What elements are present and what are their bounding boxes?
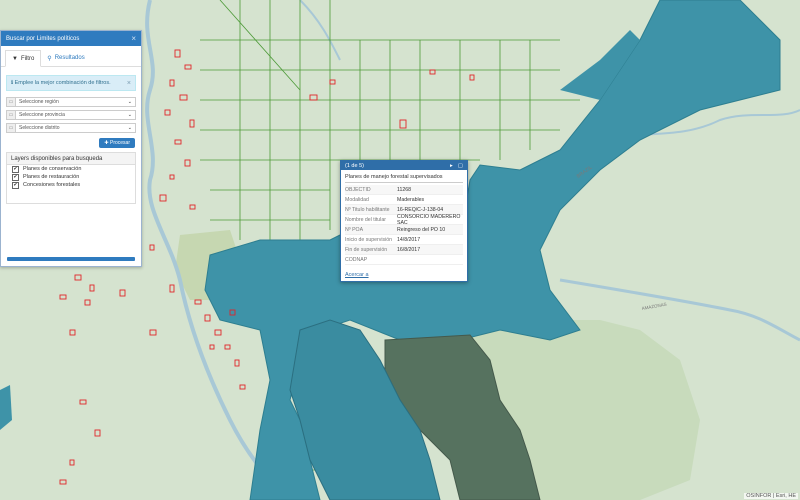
info-icon: ℹ <box>11 80 14 86</box>
layers-title: Layers disponibles para busqueda <box>7 153 135 165</box>
map-marker-icon: ▭ <box>6 97 16 107</box>
table-row: CODNAP <box>345 255 463 265</box>
attr-key: Fin de supervisión <box>345 246 388 253</box>
popup-counter: (1 de 5) <box>345 162 364 169</box>
popup-title: Planes de manejo forestal supervisados <box>345 174 463 183</box>
search-panel-header: Buscar por Limites políticos × <box>1 31 141 46</box>
layer-item-conservacion[interactable]: ✔ Planes de conservación <box>7 165 135 173</box>
attr-key: OBJECTID <box>345 186 371 193</box>
province-select[interactable]: Seleccione provincia ⌄ <box>16 110 136 120</box>
attr-value: 16-REQ/C-J-138-04 <box>397 206 444 213</box>
tab-label: Filtro <box>20 55 35 62</box>
popup-header: (1 de 5) ▸ ▢ <box>341 161 467 170</box>
chevron-down-icon: ⌄ <box>127 112 132 118</box>
info-text: Emplee la mejor combinación de filtros. <box>14 80 111 86</box>
select-placeholder: Seleccione región <box>19 99 59 105</box>
attr-value: 11268 <box>397 186 412 193</box>
process-button-label: Procesar <box>109 140 130 146</box>
layer-item-concesiones[interactable]: ✔ Concesiones forestales <box>7 181 135 189</box>
plus-icon: ✚ <box>104 140 109 146</box>
region-select-row: ▭ Seleccione región ⌄ <box>6 97 136 107</box>
map-attribution: OSINFOR | Esri, HE <box>744 493 798 499</box>
layers-box: Layers disponibles para busqueda ✔ Plane… <box>6 152 136 204</box>
button-row: ✚ Procesar <box>6 138 135 148</box>
tab-resultados[interactable]: ⚲ Resultados <box>41 50 90 66</box>
map-marker-icon: ▭ <box>6 110 16 120</box>
progress-bar <box>7 257 135 261</box>
table-row: Inicio de supervisión 14/8/2017 <box>345 235 463 245</box>
attr-key: Nombre del titular <box>345 216 386 223</box>
close-icon[interactable]: × <box>131 34 136 43</box>
select-placeholder: Seleccione distrito <box>19 125 60 131</box>
panel-title: Buscar por Limites políticos <box>6 35 80 42</box>
search-icon: ⚲ <box>47 55 52 62</box>
attr-value: 16/8/2017 <box>397 246 421 253</box>
table-row: Nº POA Reingreso del PO 10 <box>345 225 463 235</box>
layer-item-restauracion[interactable]: ✔ Planes de restauración <box>7 173 135 181</box>
attr-key: Nº Titulo habilitante <box>345 206 390 213</box>
attr-key: Modalidad <box>345 196 369 203</box>
district-select-row: ▭ Seleccione distrito ⌄ <box>6 123 136 133</box>
attr-value: 14/8/2017 <box>397 236 421 243</box>
feature-popup: (1 de 5) ▸ ▢ Planes de manejo forestal s… <box>340 160 468 282</box>
checkbox[interactable]: ✔ <box>12 165 19 173</box>
attr-value: Maderables <box>397 196 425 203</box>
attr-value: Reingreso del PO 10 <box>397 226 446 233</box>
chevron-down-icon: ⌄ <box>127 125 132 131</box>
info-alert: ℹ Emplee la mejor combinación de filtros… <box>6 75 136 91</box>
attribute-table: OBJECTID 11268 Modalidad Maderables Nº Tit… <box>345 185 463 265</box>
tab-filtro[interactable]: ▼ Filtro <box>5 50 42 67</box>
map-marker-icon: ▭ <box>6 123 16 133</box>
table-row: Fin de supervisión 16/8/2017 <box>345 245 463 255</box>
select-placeholder: Seleccione provincia <box>19 112 65 118</box>
next-icon[interactable]: ▸ <box>450 163 453 169</box>
table-row: Modalidad Maderables <box>345 195 463 205</box>
checkbox[interactable]: ✔ <box>12 173 19 181</box>
layer-label: Planes de restauración <box>23 174 80 180</box>
district-select[interactable]: Seleccione distrito ⌄ <box>16 123 136 133</box>
panel-tabs: ▼ Filtro ⚲ Resultados <box>1 50 141 67</box>
checkbox[interactable]: ✔ <box>12 181 19 189</box>
attr-key: Nº POA <box>345 226 364 233</box>
table-row: Nombre del titular CONSORCIO MADERERO SAC <box>345 213 463 226</box>
close-icon[interactable]: × <box>127 80 131 87</box>
attr-key: CODNAP <box>345 256 368 263</box>
attr-key: Inicio de supervisión <box>345 236 393 243</box>
filter-icon: ▼ <box>12 55 18 62</box>
maximize-icon[interactable]: ▢ <box>458 163 463 169</box>
process-button[interactable]: ✚ Procesar <box>99 138 135 148</box>
zoom-to-link[interactable]: Acercar a <box>345 272 369 278</box>
layer-label: Concesiones forestales <box>23 182 81 188</box>
attr-value: CONSORCIO MADERERO SAC <box>397 213 461 226</box>
tab-label: Resultados <box>54 55 85 61</box>
province-select-row: ▭ Seleccione provincia ⌄ <box>6 110 136 120</box>
table-row: OBJECTID 11268 <box>345 185 463 195</box>
region-select[interactable]: Seleccione región ⌄ <box>16 97 136 107</box>
chevron-down-icon: ⌄ <box>127 99 132 105</box>
search-panel: Buscar por Limites políticos × ▼ Filtro … <box>0 30 142 267</box>
layer-label: Planes de conservación <box>23 166 82 172</box>
